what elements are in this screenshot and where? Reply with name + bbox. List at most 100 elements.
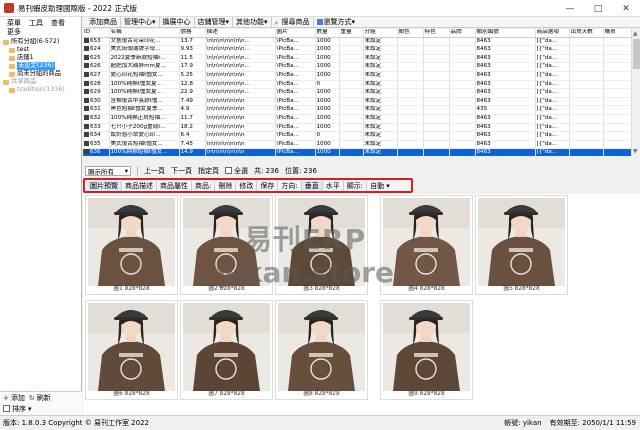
table-row[interactable]: 634 設計感小眾愛心印... 6.4 \n\n\n\n\n\n\n \PicBa...…	[83, 131, 631, 141]
manage-center-button[interactable]: 管理中心 ▾	[121, 17, 160, 27]
product-photo[interactable]: 圖7 828*828	[180, 300, 273, 400]
table-row[interactable]: 630 含棉復古中長款t恤... 7.49 \n\n\n\n\n\n\n \PicBa.…	[83, 97, 631, 107]
column-header[interactable]: 數量	[315, 29, 340, 38]
next-page-button[interactable]: 下一頁	[171, 166, 192, 176]
table-cell: 未設定	[363, 140, 398, 150]
table-scrollbar[interactable]: ▲ ▼	[631, 29, 640, 156]
product-photo[interactable]: 圖4 828*828	[380, 195, 473, 295]
minimize-button[interactable]: —	[556, 0, 584, 17]
product-photo[interactable]: 圖3 828*828	[275, 195, 368, 295]
tree-item[interactable]: tradition(1336)	[3, 86, 81, 94]
display-auto-select[interactable]: 自動 ▾	[367, 181, 393, 191]
column-header[interactable]: 名稱	[109, 29, 180, 38]
chevron-down-icon: ▾	[225, 18, 230, 26]
table-cell	[603, 62, 631, 72]
edit-button[interactable]: 修改	[236, 180, 258, 191]
scroll-up-icon[interactable]: ▲	[633, 30, 638, 37]
table-cell	[397, 88, 424, 98]
prev-page-button[interactable]: 上一頁	[144, 166, 165, 176]
other-functions-button[interactable]: 其他功能 ▾	[233, 17, 272, 27]
scroll-thumb[interactable]	[633, 39, 640, 69]
filter-select[interactable]: 顯示所有 ▾	[85, 165, 131, 176]
table-row[interactable]: 628 100%純棉t恤女夏... 12.8 \n\n\n\n\n\n\n... \Pi…	[83, 80, 631, 90]
menu-more[interactable]: 更多	[0, 28, 81, 37]
table-cell: [{"da...	[535, 140, 570, 150]
product-photo[interactable]: 圖1 828*828	[85, 195, 178, 295]
horizontal-button[interactable]: 水平	[323, 180, 344, 191]
tree-item[interactable]: 店鋪1	[3, 54, 81, 62]
collect-center-button[interactable]: 攝展中心	[160, 17, 195, 27]
table-row[interactable]: 636 100%純棉短袖t恤女... 14.9 \n\n\n\n\n\n\n \PicB…	[83, 148, 631, 156]
scroll-down-icon[interactable]: ▼	[633, 148, 638, 155]
table-row[interactable]: 633 七只小子200g重磅t... 18.2 \n\n\n\n\n\n\n \PicB…	[83, 123, 631, 133]
column-header[interactable]: 價格	[179, 29, 206, 38]
table-row[interactable]: 629 100%純棉t恤女夏... 22.9 \n\n\n\n\n\n\n... \Pi…	[83, 88, 631, 98]
search-product-button[interactable]: ⌕ 搜尋商品	[272, 17, 314, 27]
photo-image	[88, 303, 175, 391]
menu-tools[interactable]: 工具	[29, 18, 43, 28]
table-cell: 625	[83, 54, 110, 64]
table-row[interactable]: 632 100%純棉正肩短袖... 11.7 \n\n\n\n\n\n\n \PicBa…	[83, 114, 631, 124]
table-cell: 8463	[475, 114, 536, 124]
vertical-button[interactable]: 垂直	[301, 180, 323, 191]
table-cell	[449, 140, 476, 150]
column-header[interactable]: 商品選項	[535, 29, 570, 38]
browse-mode-button[interactable]: 瀏覽方式 ▾	[314, 17, 359, 27]
product-photo[interactable]: 圖6 828*828	[85, 300, 178, 400]
tree-item[interactable]: 尚未分組的商品	[3, 70, 81, 78]
tab-image-preview[interactable]: 圖片預覽	[87, 180, 122, 191]
menu-menu[interactable]: 菜單	[7, 18, 21, 28]
select-all-checkbox[interactable]: 全選	[225, 166, 248, 176]
table-row[interactable]: 624 美式街頭潮牌字母... 9.93 \n\n\n\n\n\n\n... \PicB…	[83, 45, 631, 55]
column-header[interactable]: 顏色	[397, 29, 424, 38]
store-manage-button[interactable]: 店鋪管理 ▾	[195, 17, 234, 27]
column-header[interactable]: 描述	[205, 29, 276, 38]
product-photo[interactable]: 圖5 828*828	[475, 195, 568, 295]
table-cell	[397, 148, 424, 156]
table-row[interactable]: 653 文藝復古花朵印花... 13.7 \n\n\n\n\n\n\n... \PicB…	[83, 37, 631, 47]
table-body: 653 文藝復古花朵印花... 13.7 \n\n\n\n\n\n\n... \PicB…	[83, 37, 631, 156]
table-row[interactable]: 625 2022夏季新款短袖t... 11.5 \n\n\n\n\n\n\n... \P…	[83, 54, 631, 64]
tree-item[interactable]: 共享商品	[3, 78, 81, 86]
table-cell: 636	[83, 148, 110, 156]
menu-view[interactable]: 查看	[51, 18, 65, 28]
table-cell	[603, 45, 631, 55]
product-photo[interactable]: 圖8 828*828	[275, 300, 368, 400]
product-photo[interactable]: 圖2 828*828	[180, 195, 273, 295]
table-row[interactable]: 627 愛心印花短袖t恤女... 5.25 \n\n\n\n\n\n\n \PicBa.…	[83, 71, 631, 81]
table-cell: 1000	[315, 140, 340, 150]
column-header[interactable]: 特色	[423, 29, 450, 38]
save-button[interactable]: 保存	[257, 180, 279, 191]
tab-product-description[interactable]: 商品描述	[122, 180, 157, 191]
table-cell: 超肥加大碼胖mm夏...	[109, 62, 180, 72]
column-header[interactable]: 購買	[603, 29, 631, 38]
column-header[interactable]: 圖片	[275, 29, 316, 38]
table-row[interactable]: 631 黑色短袖t恤女夏季... 4.9 \n\n\n\n\n\n\n \PicBa..…	[83, 105, 631, 115]
tree-item[interactable]: test	[3, 46, 81, 54]
table-cell: \n\n\n\n\n\n\n...	[205, 37, 276, 47]
jump-page-button[interactable]: 指定頁	[198, 166, 219, 176]
product-photo[interactable]: 圖9 828*828	[380, 300, 473, 400]
tree-item[interactable]: 所有分組(6-572)	[3, 38, 81, 46]
table-cell: 11.5	[179, 54, 206, 64]
add-group-button[interactable]: + 添加	[3, 393, 25, 403]
tab-product-attributes[interactable]: 商品屬性	[157, 180, 192, 191]
product-thumb-icon	[84, 132, 89, 138]
tree-item[interactable]: 未設定(236)	[3, 62, 81, 70]
table-row[interactable]: 626 超肥加大碼胖mm夏... 17.9 \n\n\n\n\n\n\n... \Pic…	[83, 62, 631, 72]
column-header[interactable]: ID	[83, 29, 110, 38]
delete-button[interactable]: 刪除	[215, 180, 237, 191]
maximize-button[interactable]: □	[584, 0, 612, 17]
column-header[interactable]: 重量	[339, 29, 364, 38]
column-header[interactable]: 品牌	[449, 29, 476, 38]
table-cell: 9.93	[179, 45, 206, 55]
table-row[interactable]: 635 美式復古短袖t恤女... 7.45 \n\n\n\n\n\n\n \PicBa.…	[83, 140, 631, 150]
sort-button[interactable]: 排序 ▾	[3, 404, 32, 414]
column-header[interactable]: 類別編號	[475, 29, 536, 38]
column-header[interactable]: 分組	[363, 29, 398, 38]
add-product-button[interactable]: 添加商品	[86, 17, 121, 27]
close-button[interactable]: ✕	[612, 0, 640, 17]
table-cell	[603, 148, 631, 156]
column-header[interactable]: 出貨天數	[569, 29, 604, 38]
refresh-button[interactable]: ↻ 刷新	[29, 393, 51, 403]
